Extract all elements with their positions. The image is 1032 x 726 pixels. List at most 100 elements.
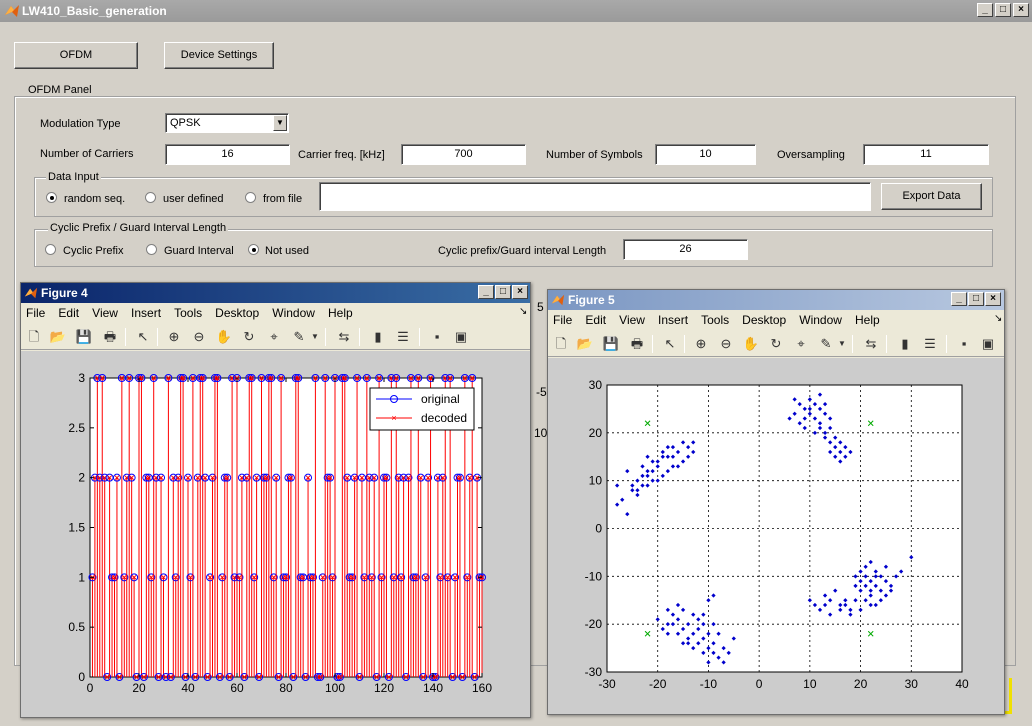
menu-insert[interactable]: Insert xyxy=(126,303,166,320)
rotate-3d-icon[interactable]: ↻ xyxy=(240,328,258,346)
data-cursor-icon[interactable]: ⌖ xyxy=(265,328,283,346)
guard-interval-radio[interactable] xyxy=(146,244,157,255)
cp-length-field[interactable]: 26 xyxy=(623,239,748,260)
zoom-out-icon[interactable]: ⊖ xyxy=(717,335,735,353)
print-icon[interactable]: 🖶 xyxy=(628,335,646,353)
symbols-label: Number of Symbols xyxy=(546,149,643,161)
zoom-in-icon[interactable]: ⊕ xyxy=(692,335,710,353)
figure-5-minimize-button[interactable]: _ xyxy=(951,292,967,306)
open-file-icon[interactable]: 📂 xyxy=(576,335,594,353)
new-figure-icon[interactable]: 🗋 xyxy=(25,328,43,346)
carriers-label: Number of Carriers xyxy=(40,148,134,160)
cyclic-prefix-radio[interactable] xyxy=(45,244,56,255)
menu-desktop[interactable]: Desktop xyxy=(210,303,264,320)
brush-icon[interactable]: ✎ xyxy=(817,335,835,353)
menu-tools[interactable]: Tools xyxy=(169,303,207,320)
chart-legend[interactable]: original × decoded xyxy=(369,387,475,431)
menu-file[interactable]: File xyxy=(21,303,50,320)
y-tick-label: 0.5 xyxy=(68,620,85,634)
y-tick-label: -20 xyxy=(585,617,603,631)
save-icon[interactable]: 💾 xyxy=(602,335,620,353)
minimize-button[interactable]: _ xyxy=(977,3,993,17)
close-button[interactable]: × xyxy=(1013,3,1029,17)
x-tick-label: 20 xyxy=(854,677,868,691)
zoom-out-icon[interactable]: ⊖ xyxy=(190,328,208,346)
chevron-down-icon[interactable]: ▼ xyxy=(310,328,320,346)
x-tick-label: 40 xyxy=(955,677,969,691)
user-defined-radio[interactable] xyxy=(145,192,156,203)
menu-edit[interactable]: Edit xyxy=(53,303,84,320)
stem-chart: 0 20 40 60 80 100 120 140 160 0 0.5 1 1.5 2 2.5 3 origi… xyxy=(21,351,530,717)
random-seq-radio[interactable] xyxy=(46,192,57,203)
menu-file[interactable]: File xyxy=(548,310,577,327)
figure-4-title: Figure 4 xyxy=(41,286,88,300)
brush-icon[interactable]: ✎ xyxy=(290,328,308,346)
x-tick-label: 30 xyxy=(905,677,919,691)
carrier-freq-field[interactable]: 700 xyxy=(401,144,526,165)
not-used-radio[interactable] xyxy=(248,244,259,255)
figure-5-toolbar: 🗋 📂 💾 🖶 ↖ ⊕ ⊖ ✋ ↻ ⌖ ✎ ▼ ⇆ ▮ ☰ ▪ ▣ xyxy=(548,330,1004,357)
symbols-field[interactable]: 10 xyxy=(655,144,756,165)
menu-help[interactable]: Help xyxy=(850,310,885,327)
open-file-icon[interactable]: 📂 xyxy=(49,328,67,346)
main-title-bar[interactable]: LW410_Basic_generation _ □ × xyxy=(0,0,1032,22)
guard-interval-label: Guard Interval xyxy=(164,245,234,257)
figure-4-maximize-button[interactable]: □ xyxy=(495,285,511,299)
show-plot-tools-icon[interactable]: ▣ xyxy=(979,335,997,353)
matlab-logo-icon xyxy=(5,5,19,17)
figure-5-title-bar[interactable]: Figure 5 _ □ × xyxy=(548,290,1004,310)
figure-4-minimize-button[interactable]: _ xyxy=(478,285,494,299)
hide-plot-tools-icon[interactable]: ▪ xyxy=(955,335,973,353)
background-fragment: 5 xyxy=(537,300,544,314)
menu-window[interactable]: Window xyxy=(794,310,847,327)
modulation-type-select[interactable]: QPSK ▼ xyxy=(165,113,289,133)
link-plot-icon[interactable]: ⇆ xyxy=(862,335,880,353)
new-figure-icon[interactable]: 🗋 xyxy=(552,335,570,353)
pan-hand-icon[interactable]: ✋ xyxy=(742,335,760,353)
figure-4-window[interactable]: Figure 4 _ □ × File Edit View Insert Too… xyxy=(20,282,531,718)
ofdm-button[interactable]: OFDM xyxy=(14,42,138,69)
from-file-radio[interactable] xyxy=(245,192,256,203)
figure-5-close-button[interactable]: × xyxy=(985,292,1001,306)
y-tick-label: 20 xyxy=(589,426,603,440)
dock-arrow-icon[interactable]: ↘ xyxy=(514,303,532,317)
carriers-field[interactable]: 16 xyxy=(165,144,290,165)
device-settings-button[interactable]: Device Settings xyxy=(164,42,274,69)
colorbar-icon[interactable]: ▮ xyxy=(369,328,387,346)
select-arrow-icon[interactable]: ↖ xyxy=(134,328,152,346)
menu-view[interactable]: View xyxy=(87,303,123,320)
menu-window[interactable]: Window xyxy=(267,303,320,320)
data-cursor-icon[interactable]: ⌖ xyxy=(792,335,810,353)
link-plot-icon[interactable]: ⇆ xyxy=(335,328,353,346)
chevron-down-icon[interactable]: ▼ xyxy=(837,335,847,353)
menu-insert[interactable]: Insert xyxy=(653,310,693,327)
maximize-button[interactable]: □ xyxy=(995,3,1011,17)
figure-5-window[interactable]: Figure 5 _ □ × File Edit View Insert Too… xyxy=(547,289,1005,715)
legend-icon[interactable]: ☰ xyxy=(921,335,939,353)
menu-help[interactable]: Help xyxy=(323,303,358,320)
figure-4-title-bar[interactable]: Figure 4 _ □ × xyxy=(21,283,530,303)
legend-icon[interactable]: ☰ xyxy=(394,328,412,346)
pan-hand-icon[interactable]: ✋ xyxy=(215,328,233,346)
legend-original-label: original xyxy=(421,392,460,406)
dock-arrow-icon[interactable]: ↘ xyxy=(989,310,1007,324)
select-arrow-icon[interactable]: ↖ xyxy=(661,335,679,353)
show-plot-tools-icon[interactable]: ▣ xyxy=(452,328,470,346)
export-data-button[interactable]: Export Data xyxy=(881,183,982,210)
print-icon[interactable]: 🖶 xyxy=(101,328,119,346)
figure-5-maximize-button[interactable]: □ xyxy=(968,292,984,306)
x-tick-label: 40 xyxy=(181,681,195,695)
figure-4-close-button[interactable]: × xyxy=(512,285,528,299)
menu-desktop[interactable]: Desktop xyxy=(737,310,791,327)
menu-view[interactable]: View xyxy=(614,310,650,327)
hide-plot-tools-icon[interactable]: ▪ xyxy=(428,328,446,346)
save-icon[interactable]: 💾 xyxy=(75,328,93,346)
chevron-down-icon[interactable]: ▼ xyxy=(273,115,287,131)
zoom-in-icon[interactable]: ⊕ xyxy=(165,328,183,346)
colorbar-icon[interactable]: ▮ xyxy=(896,335,914,353)
file-path-input[interactable] xyxy=(319,182,871,211)
rotate-3d-icon[interactable]: ↻ xyxy=(767,335,785,353)
menu-tools[interactable]: Tools xyxy=(696,310,734,327)
oversampling-field[interactable]: 11 xyxy=(863,144,989,165)
menu-edit[interactable]: Edit xyxy=(580,310,611,327)
